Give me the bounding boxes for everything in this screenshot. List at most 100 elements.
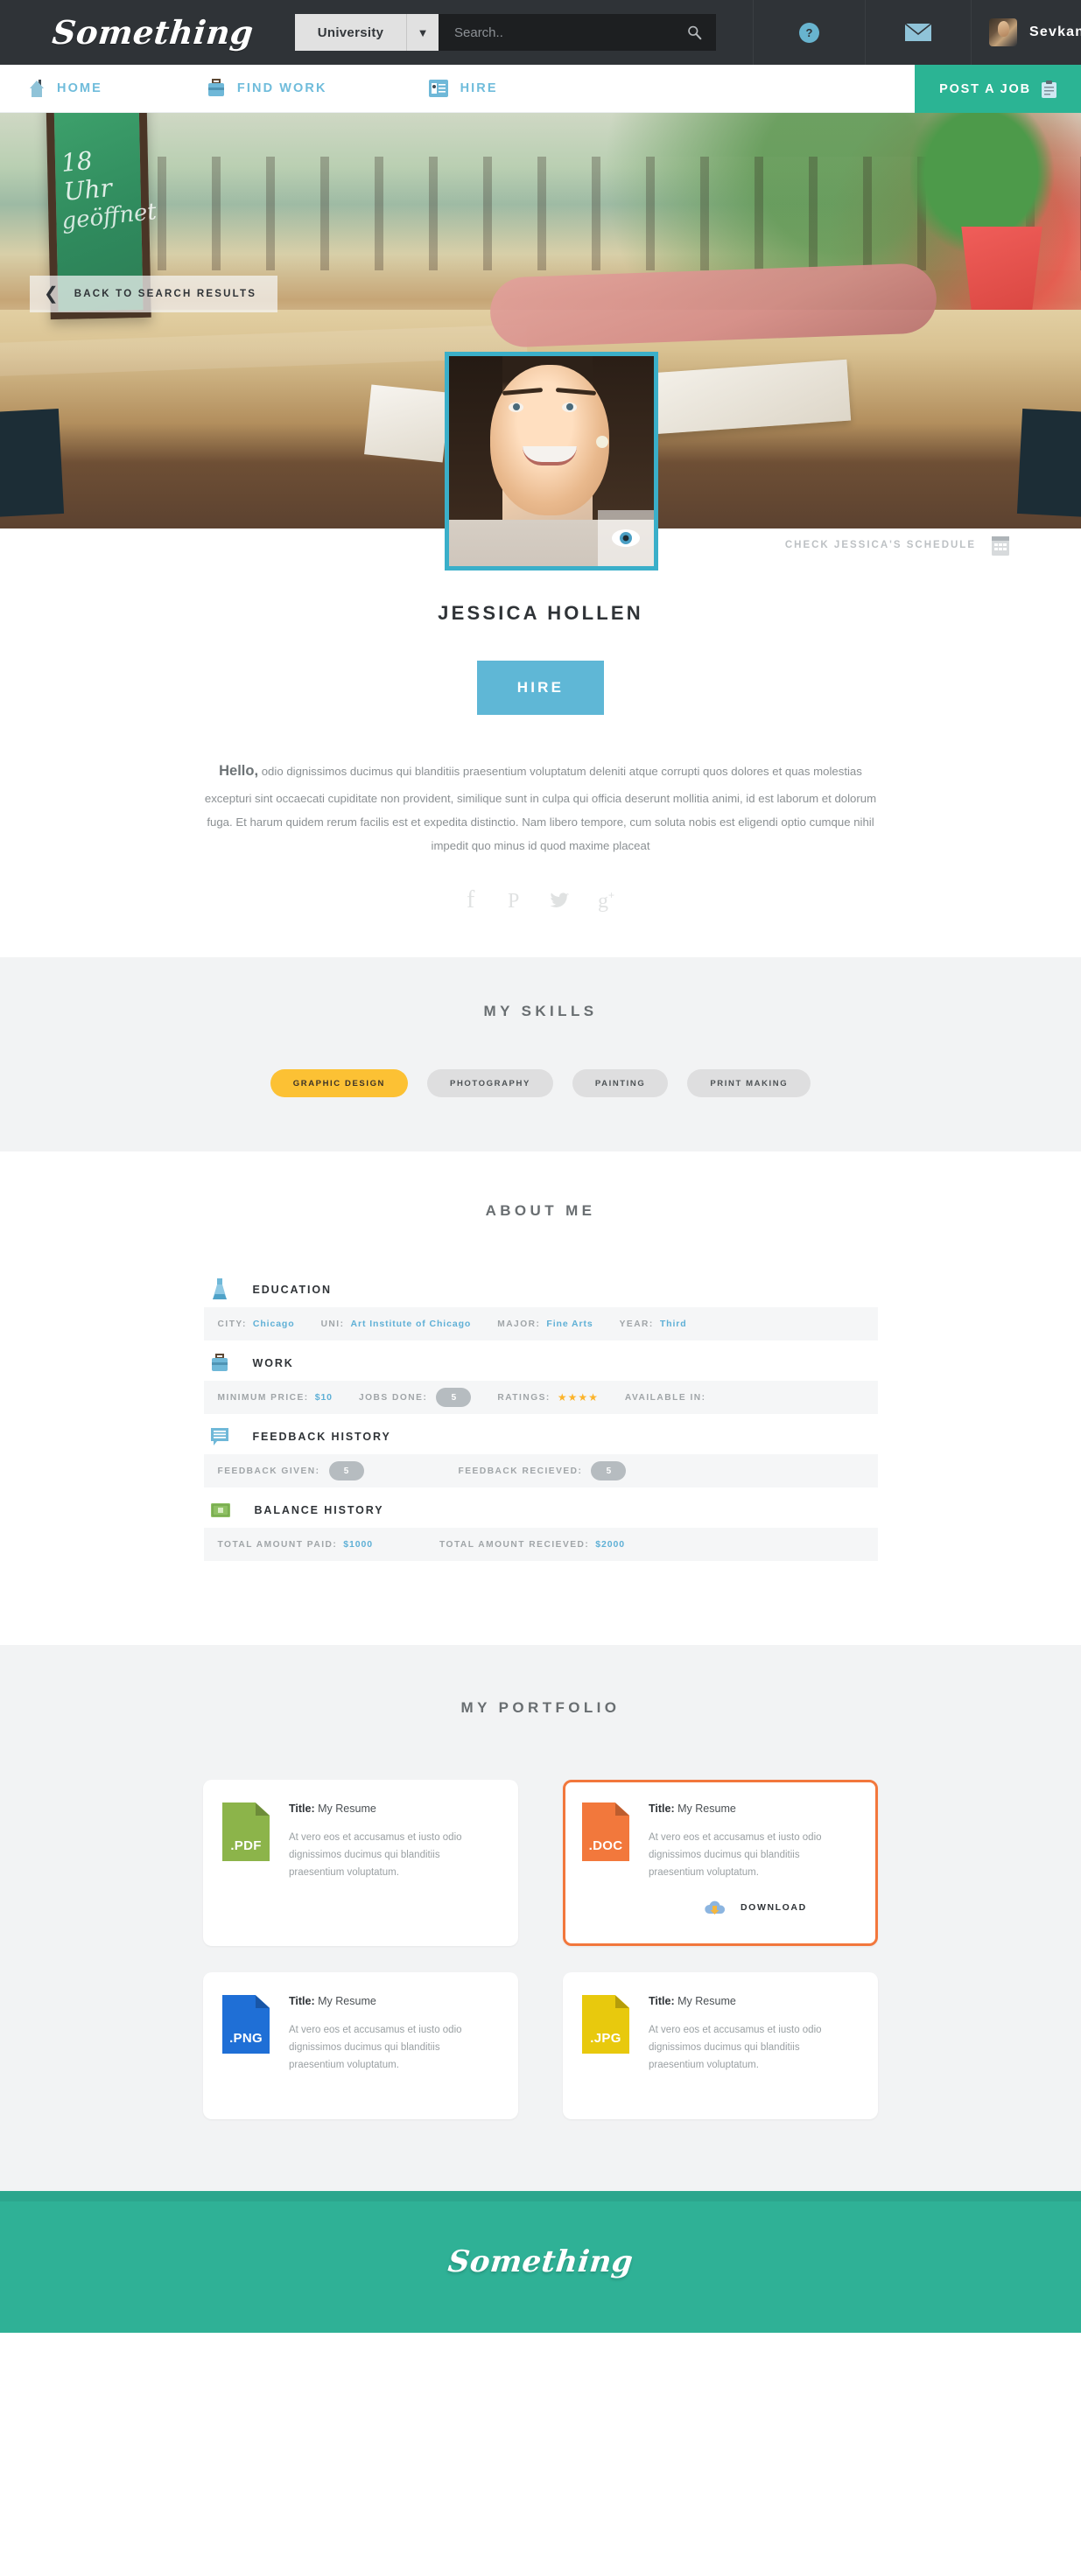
- page-footer: Something: [0, 2191, 1081, 2333]
- total-paid-value: $1000: [343, 1539, 373, 1550]
- help-icon[interactable]: ?: [799, 22, 819, 43]
- footer-logo[interactable]: Something: [446, 2244, 635, 2279]
- nav-label-home: HOME: [57, 81, 102, 95]
- facebook-icon[interactable]: f: [465, 887, 480, 912]
- googleplus-icon[interactable]: g +: [597, 887, 616, 912]
- chevron-down-icon[interactable]: ▼: [407, 14, 439, 51]
- portfolio-title: MY PORTFOLIO: [460, 1699, 621, 1716]
- search-input[interactable]: Search..: [439, 14, 716, 51]
- pinterest-icon[interactable]: P: [506, 887, 523, 912]
- work-heading: WORK: [252, 1357, 294, 1369]
- portfolio-card-body: Title: My Resume At vero eos et accusamu…: [289, 1802, 495, 1923]
- check-schedule-link[interactable]: CHECK JESSICA'S SCHEDULE: [785, 535, 1009, 556]
- view-photo-button[interactable]: [598, 510, 654, 566]
- nav-item-home[interactable]: HOME: [29, 79, 102, 98]
- education-field-major: MAJOR: Fine Arts: [497, 1319, 593, 1329]
- portfolio-card-grid: .PDF Title: My Resume At vero eos et acc…: [195, 1780, 887, 2119]
- balance-field-received: TOTAL AMOUNT RECIEVED: $2000: [439, 1539, 625, 1550]
- file-extension-label: .PNG: [229, 2031, 263, 2046]
- balance-field-paid: TOTAL AMOUNT PAID: $1000: [218, 1539, 374, 1550]
- about-title: ABOUT ME: [485, 1202, 596, 1219]
- file-pdf-icon: .PDF: [222, 1802, 270, 1861]
- user-menu[interactable]: Sevkan ▼: [989, 18, 1081, 46]
- home-icon: [30, 80, 44, 97]
- portfolio-card-png[interactable]: .PNG Title: My Resume At vero eos et acc…: [203, 1972, 518, 2119]
- portfolio-title-label: Title:: [289, 1802, 315, 1815]
- svg-text:P: P: [508, 890, 519, 912]
- work-field-min-price: MINIMUM PRICE: $10: [218, 1392, 333, 1403]
- portfolio-section: MY PORTFOLIO .PDF Title: My Resume At ve…: [0, 1645, 1081, 2191]
- post-a-job-button[interactable]: POST A JOB: [915, 65, 1081, 113]
- top-header-bar: Something University ▼ Search.. ? Sevkan: [0, 0, 1081, 65]
- work-field-ratings: RATINGS: ★★★★: [497, 1391, 599, 1404]
- min-price-value: $10: [314, 1392, 333, 1403]
- header-divider-1: [753, 0, 754, 65]
- education-year-value: Third: [659, 1319, 687, 1329]
- portfolio-title-value: My Resume: [677, 1995, 736, 2007]
- portfolio-card-doc[interactable]: .DOC Title: My Resume At vero eos et acc…: [563, 1780, 878, 1946]
- briefcase-icon: [211, 1354, 228, 1371]
- portfolio-card-body: Title: My Resume At vero eos et accusamu…: [649, 1995, 855, 2096]
- svg-text:+: +: [608, 889, 614, 901]
- work-field-jobs-done: JOBS DONE: 5: [359, 1388, 472, 1407]
- portfolio-card-pdf[interactable]: .PDF Title: My Resume At vero eos et acc…: [203, 1780, 518, 1946]
- cloud-download-icon: [705, 1900, 726, 1915]
- feedback-field-given: FEEDBACK GIVEN: 5: [218, 1461, 364, 1480]
- search-placeholder: Search..: [454, 24, 503, 40]
- portfolio-card-description: At vero eos et accusamus et iusto odio d…: [649, 2025, 822, 2070]
- svg-text:g: g: [598, 890, 608, 912]
- svg-text:f: f: [467, 887, 475, 912]
- photo-face: [489, 364, 609, 516]
- balance-details-row: TOTAL AMOUNT PAID: $1000 TOTAL AMOUNT RE…: [203, 1528, 878, 1561]
- skills-chip-list: GRAPHIC DESIGN PHOTOGRAPHY PAINTING PRIN…: [0, 1069, 1081, 1097]
- portfolio-card-jpg[interactable]: .JPG Title: My Resume At vero eos et acc…: [563, 1972, 878, 2119]
- skill-chip-photography[interactable]: PHOTOGRAPHY: [427, 1069, 553, 1097]
- balance-heading: BALANCE HISTORY: [254, 1504, 384, 1516]
- search-category-select[interactable]: University: [295, 14, 407, 51]
- portfolio-card-body: Title: My Resume At vero eos et accusamu…: [649, 1802, 855, 1923]
- nav-item-hire[interactable]: HIRE: [428, 80, 498, 97]
- min-price-label: MINIMUM PRICE:: [217, 1392, 309, 1403]
- skill-chip-painting[interactable]: PAINTING: [572, 1069, 669, 1097]
- download-button[interactable]: DOWNLOAD: [649, 1899, 855, 1916]
- id-card-icon: [428, 80, 448, 97]
- hire-button[interactable]: HIRE: [477, 661, 604, 715]
- money-icon: [210, 1503, 230, 1517]
- feedback-details-row: FEEDBACK GIVEN: 5 FEEDBACK RECIEVED: 5: [203, 1454, 878, 1488]
- feedback-field-received: FEEDBACK RECIEVED: 5: [459, 1461, 627, 1480]
- file-jpg-icon: .JPG: [582, 1995, 629, 2054]
- skill-chip-graphic-design[interactable]: GRAPHIC DESIGN: [270, 1069, 409, 1097]
- search-bar: University ▼ Search..: [295, 14, 716, 51]
- nav-item-find-work[interactable]: FIND WORK: [207, 79, 327, 98]
- download-label: DOWNLOAD: [741, 1902, 807, 1914]
- header-icon-group: ? Sevkan ▼: [753, 0, 1081, 65]
- envelope-icon[interactable]: [905, 24, 931, 41]
- portfolio-title-label: Title:: [649, 1802, 675, 1815]
- profile-photo[interactable]: [445, 352, 658, 570]
- nav-label-find-work: FIND WORK: [236, 81, 327, 95]
- bio-text: odio dignissimos ducimus qui blanditiis …: [204, 765, 877, 852]
- available-in-label: AVAILABLE IN:: [624, 1392, 706, 1403]
- portfolio-title-value: My Resume: [318, 1802, 376, 1815]
- flask-icon: [212, 1278, 227, 1299]
- file-corner-fold: [255, 1802, 270, 1816]
- search-icon[interactable]: [687, 25, 702, 40]
- feedback-heading: FEEDBACK HISTORY: [252, 1431, 391, 1443]
- back-to-search-results-button[interactable]: ❮ BACK TO SEARCH RESULTS: [30, 276, 278, 312]
- chevron-left-icon: ❮: [44, 284, 59, 304]
- total-received-label: TOTAL AMOUNT RECIEVED:: [439, 1539, 590, 1550]
- education-uni-value: Art Institute of Chicago: [350, 1319, 472, 1329]
- skill-chip-print-making[interactable]: PRINT MAKING: [687, 1069, 811, 1097]
- twitter-icon[interactable]: [550, 887, 571, 912]
- education-major-value: Fine Arts: [546, 1319, 593, 1329]
- portfolio-card-description: At vero eos et accusamus et iusto odio d…: [289, 2025, 462, 2070]
- file-corner-fold: [614, 1995, 629, 2009]
- total-received-value: $2000: [595, 1539, 625, 1550]
- portfolio-card-title: Title: My Resume: [289, 1802, 495, 1815]
- education-field-uni: UNI: Art Institute of Chicago: [321, 1319, 472, 1329]
- check-schedule-label: CHECK JESSICA'S SCHEDULE: [784, 540, 976, 550]
- site-logo[interactable]: Something: [51, 13, 256, 52]
- feedback-received-label: FEEDBACK RECIEVED:: [458, 1466, 583, 1476]
- hire-button-label: HIRE: [516, 679, 565, 696]
- education-field-city: CITY: Chicago: [218, 1319, 295, 1329]
